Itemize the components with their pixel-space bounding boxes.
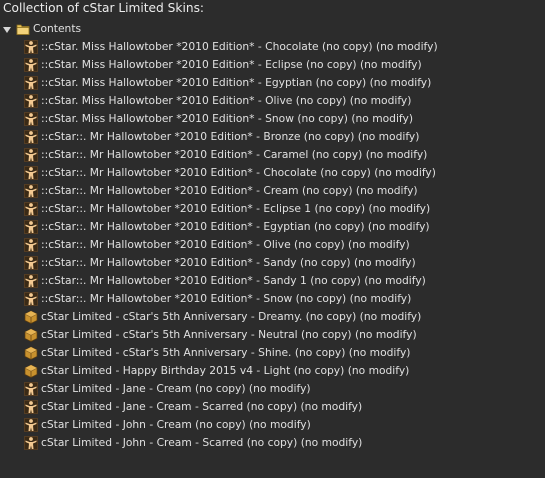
folder-label: Contents <box>33 22 82 35</box>
inventory-item[interactable]: ::cStar. Miss Hallowtober *2010 Edition*… <box>0 56 545 74</box>
inventory-item[interactable]: ::cStar. Miss Hallowtober *2010 Edition*… <box>0 74 545 92</box>
body-shape-icon <box>24 220 38 234</box>
item-list: ::cStar. Miss Hallowtober *2010 Edition*… <box>0 38 545 452</box>
body-shape-icon <box>24 418 38 432</box>
inventory-item-label: ::cStar::. Mr Hallowtober *2010 Edition*… <box>41 166 436 179</box>
inventory-item-label: ::cStar. Miss Hallowtober *2010 Edition*… <box>41 76 432 89</box>
inventory-item[interactable]: cStar Limited - John - Cream (no copy) (… <box>0 416 545 434</box>
inventory-item-label: ::cStar. Miss Hallowtober *2010 Edition*… <box>41 58 422 71</box>
expand-arrow-icon[interactable] <box>3 26 11 33</box>
body-shape-icon <box>24 94 38 108</box>
body-shape-icon <box>24 292 38 306</box>
inventory-item-label: ::cStar::. Mr Hallowtober *2010 Edition*… <box>41 148 428 161</box>
inventory-item[interactable]: ::cStar. Miss Hallowtober *2010 Edition*… <box>0 92 545 110</box>
inventory-item-label: ::cStar::. Mr Hallowtober *2010 Edition*… <box>41 184 418 197</box>
body-shape-icon <box>24 184 38 198</box>
inventory-item-label: cStar Limited - John - Cream (no copy) (… <box>41 418 311 431</box>
body-shape-icon <box>24 76 38 90</box>
body-shape-icon <box>24 256 38 270</box>
inventory-item-label: ::cStar::. Mr Hallowtober *2010 Edition*… <box>41 130 420 143</box>
inventory-item-label: cStar Limited - cStar's 5th Anniversary … <box>41 346 411 359</box>
inventory-item[interactable]: ::cStar::. Mr Hallowtober *2010 Edition*… <box>0 218 545 236</box>
body-shape-icon <box>24 148 38 162</box>
inventory-item-label: cStar Limited - Jane - Cream - Scarred (… <box>41 400 363 413</box>
inventory-item[interactable]: cStar Limited - Jane - Cream - Scarred (… <box>0 398 545 416</box>
body-shape-icon <box>24 274 38 288</box>
body-shape-icon <box>24 58 38 72</box>
inventory-item[interactable]: cStar Limited - cStar's 5th Anniversary … <box>0 344 545 362</box>
inventory-item-label: ::cStar::. Mr Hallowtober *2010 Edition*… <box>41 256 416 269</box>
inventory-item[interactable]: ::cStar::. Mr Hallowtober *2010 Edition*… <box>0 236 545 254</box>
inventory-item[interactable]: cStar Limited - John - Cream - Scarred (… <box>0 434 545 452</box>
inventory-item[interactable]: cStar Limited - cStar's 5th Anniversary … <box>0 308 545 326</box>
inventory-item[interactable]: ::cStar::. Mr Hallowtober *2010 Edition*… <box>0 182 545 200</box>
object-box-icon <box>24 328 38 342</box>
inventory-tree: Contents ::cStar. Miss Hallowtober *2010… <box>0 20 545 452</box>
inventory-item-label: ::cStar::. Mr Hallowtober *2010 Edition*… <box>41 202 431 215</box>
collection-title: Collection of cStar Limited Skins: <box>3 1 205 15</box>
body-shape-icon <box>24 202 38 216</box>
inventory-item[interactable]: cStar Limited - cStar's 5th Anniversary … <box>0 326 545 344</box>
body-shape-icon <box>24 112 38 126</box>
inventory-item[interactable]: ::cStar::. Mr Hallowtober *2010 Edition*… <box>0 254 545 272</box>
body-shape-icon <box>24 130 38 144</box>
object-box-icon <box>24 364 38 378</box>
inventory-item[interactable]: ::cStar. Miss Hallowtober *2010 Edition*… <box>0 38 545 56</box>
inventory-item[interactable]: cStar Limited - Jane - Cream (no copy) (… <box>0 380 545 398</box>
inventory-item-label: ::cStar::. Mr Hallowtober *2010 Edition*… <box>41 292 412 305</box>
body-shape-icon <box>24 382 38 396</box>
body-shape-icon <box>24 238 38 252</box>
inventory-item[interactable]: ::cStar::. Mr Hallowtober *2010 Edition*… <box>0 164 545 182</box>
inventory-item-label: cStar Limited - Happy Birthday 2015 v4 -… <box>41 364 410 377</box>
inventory-item[interactable]: ::cStar::. Mr Hallowtober *2010 Edition*… <box>0 290 545 308</box>
object-box-icon <box>24 346 38 360</box>
inventory-item[interactable]: ::cStar::. Mr Hallowtober *2010 Edition*… <box>0 128 545 146</box>
inventory-item-label: cStar Limited - Jane - Cream (no copy) (… <box>41 382 311 395</box>
inventory-item-label: cStar Limited - cStar's 5th Anniversary … <box>41 328 417 341</box>
folder-icon <box>16 24 30 35</box>
folder-contents[interactable]: Contents <box>0 20 545 38</box>
inventory-item-label: ::cStar::. Mr Hallowtober *2010 Edition*… <box>41 220 430 233</box>
inventory-item[interactable]: ::cStar::. Mr Hallowtober *2010 Edition*… <box>0 146 545 164</box>
body-shape-icon <box>24 40 38 54</box>
object-box-icon <box>24 310 38 324</box>
inventory-item[interactable]: ::cStar::. Mr Hallowtober *2010 Edition*… <box>0 272 545 290</box>
inventory-item[interactable]: ::cStar. Miss Hallowtober *2010 Edition*… <box>0 110 545 128</box>
body-shape-icon <box>24 166 38 180</box>
body-shape-icon <box>24 400 38 414</box>
inventory-item-label: ::cStar::. Mr Hallowtober *2010 Edition*… <box>41 274 426 287</box>
inventory-item-label: cStar Limited - cStar's 5th Anniversary … <box>41 310 422 323</box>
inventory-item-label: ::cStar. Miss Hallowtober *2010 Edition*… <box>41 40 438 53</box>
inventory-item-label: ::cStar. Miss Hallowtober *2010 Edition*… <box>41 112 413 125</box>
body-shape-icon <box>24 436 38 450</box>
inventory-item-label: ::cStar. Miss Hallowtober *2010 Edition*… <box>41 94 412 107</box>
inventory-item[interactable]: ::cStar::. Mr Hallowtober *2010 Edition*… <box>0 200 545 218</box>
inventory-item[interactable]: cStar Limited - Happy Birthday 2015 v4 -… <box>0 362 545 380</box>
inventory-item-label: cStar Limited - John - Cream - Scarred (… <box>41 436 363 449</box>
inventory-item-label: ::cStar::. Mr Hallowtober *2010 Edition*… <box>41 238 410 251</box>
